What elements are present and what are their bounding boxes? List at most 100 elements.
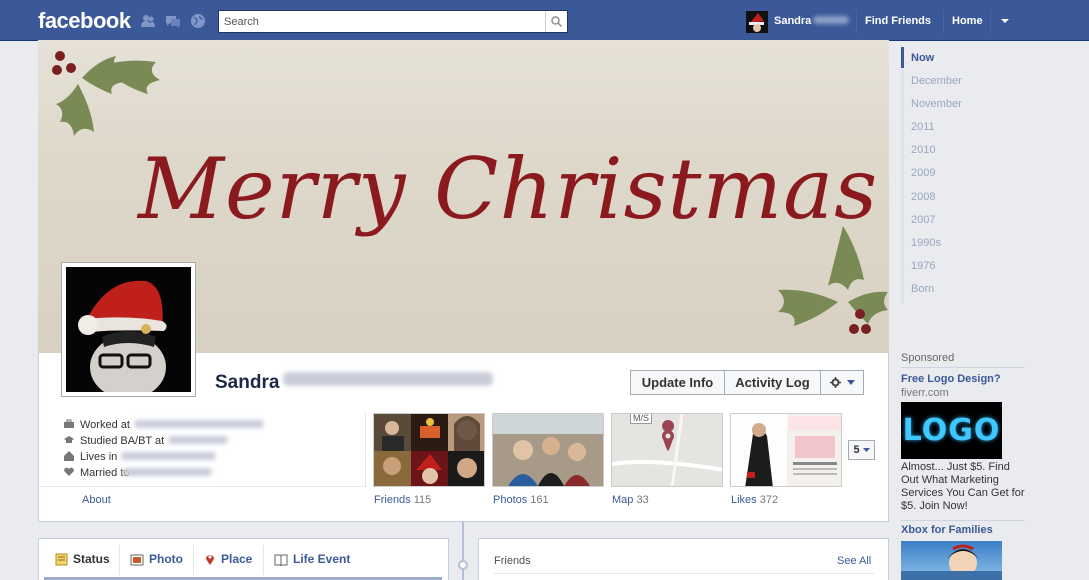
timeline-year-1976[interactable]: 1976 <box>911 260 935 272</box>
life-event-icon <box>274 554 288 566</box>
composer-photo-tab[interactable]: Photo <box>130 552 183 566</box>
composer-life-event-label: Life Event <box>293 552 351 566</box>
account-menu-chevron-icon[interactable] <box>1001 19 1009 23</box>
map-app-label[interactable]: Map 33 <box>612 494 649 506</box>
timeline-year-2007[interactable]: 2007 <box>911 214 935 226</box>
photos-app-label[interactable]: Photos 161 <box>493 494 549 506</box>
likes-app-label[interactable]: Likes 372 <box>731 494 778 506</box>
map-count: 33 <box>636 494 649 506</box>
about-education-text: Studied BA/BT at <box>80 435 165 447</box>
timeline-year-2009[interactable]: 2009 <box>911 167 935 179</box>
gear-icon <box>829 377 841 388</box>
user-name-link[interactable]: Sandra <box>774 15 850 27</box>
photo-icon <box>130 554 144 565</box>
user-avatar-small[interactable] <box>746 11 768 33</box>
timeline-year-december[interactable]: December <box>911 75 962 87</box>
place-pin-icon <box>206 555 214 565</box>
ad-image[interactable] <box>901 541 1002 580</box>
divider <box>856 9 857 33</box>
more-apps-button[interactable]: 5 <box>848 440 875 460</box>
friends-app-label[interactable]: Friends 115 <box>374 494 431 506</box>
likes-collage-icon <box>731 414 841 486</box>
divider <box>901 520 1025 521</box>
timeline-marker[interactable] <box>458 560 468 570</box>
santa-hat-avatar-icon <box>66 267 191 392</box>
timeline-year-1990s[interactable]: 1990s <box>911 237 941 249</box>
timeline-nav-active-indicator <box>901 47 904 68</box>
timeline-year-born[interactable]: Born <box>911 283 934 295</box>
cover-greeting-text: Merry Christmas <box>138 140 879 238</box>
search-box[interactable] <box>218 10 568 33</box>
about-education-line: Studied BA/BT at <box>64 435 229 447</box>
graduation-cap-icon <box>64 435 74 445</box>
update-info-button[interactable]: Update Info <box>630 370 725 395</box>
notifications-globe-icon[interactable] <box>190 13 206 29</box>
about-work-text: Worked at <box>80 419 130 431</box>
timeline-spine <box>462 522 464 580</box>
likes-count: 372 <box>759 494 779 506</box>
timeline-year-2008[interactable]: 2008 <box>911 191 935 203</box>
timeline-year-now[interactable]: Now <box>911 52 934 64</box>
more-apps-count: 5 <box>853 444 860 456</box>
map-road-tag: M/S <box>630 414 653 424</box>
about-relationship-line: Married to <box>64 467 212 479</box>
chevron-down-icon <box>846 380 855 385</box>
xbox-family-ad-icon <box>901 544 1002 580</box>
about-work-line: Worked at <box>64 419 264 431</box>
ad-image[interactable]: LOGO <box>901 402 1002 459</box>
timeline-nav-rail <box>901 70 904 304</box>
activity-log-button[interactable]: Activity Log <box>724 370 821 395</box>
divider <box>943 9 944 33</box>
divider <box>990 9 991 33</box>
divider <box>119 545 120 575</box>
search-button[interactable] <box>545 11 567 32</box>
photos-app-text: Photos <box>493 494 528 506</box>
redacted-surname <box>813 16 850 24</box>
about-home-line: Lives in <box>64 451 217 463</box>
friends-app-thumbnail[interactable] <box>373 413 485 487</box>
timeline-year-november[interactable]: November <box>911 98 962 110</box>
friends-box-title: Friends <box>494 555 531 567</box>
composer-place-tab[interactable]: Place <box>204 552 252 566</box>
composer-status-label: Status <box>73 552 110 566</box>
about-link[interactable]: About <box>82 494 111 506</box>
likes-app-text: Likes <box>731 494 757 506</box>
home-link[interactable]: Home <box>952 15 983 27</box>
divider <box>901 367 1025 368</box>
find-friends-link[interactable]: Find Friends <box>865 15 931 27</box>
ad-image-text: LOGO <box>902 413 1001 448</box>
likes-app-thumbnail[interactable] <box>730 413 842 487</box>
photos-preview-icon <box>493 414 603 486</box>
composer-life-event-tab[interactable]: Life Event <box>274 552 350 566</box>
friends-app-text: Friends <box>374 494 411 506</box>
profile-name[interactable]: Sandra <box>215 372 494 394</box>
friends-collage-icon <box>374 414 484 486</box>
briefcase-icon <box>64 419 74 429</box>
photos-count: 161 <box>530 494 549 506</box>
heart-icon <box>64 467 74 477</box>
profile-picture[interactable] <box>61 262 196 397</box>
map-pin-icon <box>612 414 722 486</box>
composer-status-tab[interactable]: Status <box>55 552 110 566</box>
redacted-surname <box>283 372 494 386</box>
see-all-friends-link[interactable]: See All <box>837 555 871 567</box>
ad-title-link[interactable]: Free Logo Design? <box>901 373 1001 385</box>
ad-body-text: Almost... Just $5. Find Out What Marketi… <box>901 461 1025 512</box>
friend-requests-icon[interactable] <box>140 13 156 29</box>
profile-name-text: Sandra <box>215 372 280 393</box>
about-home-text: Lives in <box>80 451 118 463</box>
ad-title-link[interactable]: Xbox for Families <box>901 524 993 536</box>
redacted-text <box>168 436 229 444</box>
divider <box>494 573 874 574</box>
search-input[interactable] <box>219 11 539 32</box>
timeline-year-2011[interactable]: 2011 <box>911 121 935 133</box>
facebook-logo[interactable]: facebook <box>38 8 131 34</box>
map-app-thumbnail[interactable]: M/S <box>611 413 723 487</box>
settings-dropdown-button[interactable] <box>820 370 864 395</box>
timeline-year-2010[interactable]: 2010 <box>911 144 935 156</box>
messages-icon[interactable] <box>165 13 181 29</box>
map-app-text: Map <box>612 494 634 506</box>
redacted-text <box>121 468 212 476</box>
photos-app-thumbnail[interactable] <box>492 413 604 487</box>
ad-domain: fiverr.com <box>901 387 949 399</box>
